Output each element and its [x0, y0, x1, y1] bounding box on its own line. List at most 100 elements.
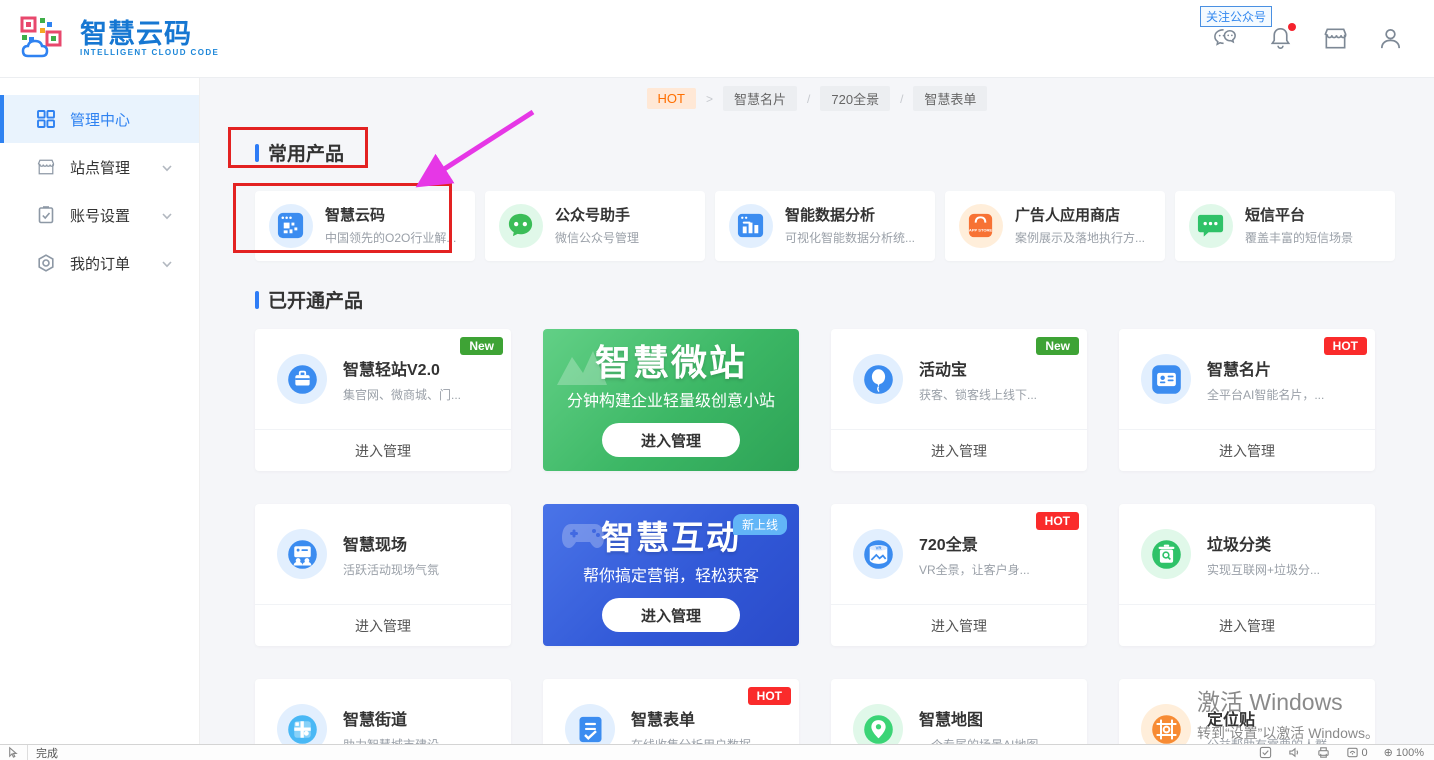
opened-products-grid: New 智慧轻站V2.0 集官网、微商城、门... 进入管理 智慧微站 分钟构建…	[255, 329, 1434, 745]
banner-smart-interaction[interactable]: 新上线 智慧互动 帮你搞定营销，轻松获客 进入管理	[543, 504, 799, 646]
sidebar-item-management-center[interactable]: 管理中心	[0, 95, 199, 143]
sidebar-item-my-orders[interactable]: 我的订单	[0, 239, 199, 287]
enter-manage-button[interactable]: 进入管理	[831, 604, 1087, 646]
divider	[27, 745, 28, 760]
wechat-icon[interactable]	[1212, 25, 1239, 52]
sidebar-item-label: 账号设置	[70, 205, 130, 226]
enter-manage-button[interactable]: 进入管理	[602, 598, 740, 632]
sms-bubble-icon	[1189, 204, 1233, 248]
bar-chart-icon	[729, 204, 773, 248]
product-desc: 案例展示及落地执行方...	[1015, 229, 1145, 246]
enter-manage-button[interactable]: 进入管理	[1119, 604, 1375, 646]
browser-status-bar: 完成 0 ⊕ 100%	[0, 744, 1434, 760]
printer-icon[interactable]	[1317, 746, 1330, 759]
product-title: 智能数据分析	[785, 206, 915, 226]
product-card-smart-scene[interactable]: 智慧现场 活跃活动现场气氛 进入管理	[255, 504, 511, 646]
enter-manage-button[interactable]: 进入管理	[255, 429, 511, 471]
qr-cloud-logo-icon	[20, 16, 72, 62]
product-card-ad-app-store[interactable]: APP STORE 广告人应用商店 案例展示及落地执行方...	[945, 191, 1165, 261]
hot-badge: HOT	[1036, 512, 1079, 530]
enter-manage-button[interactable]: 进入管理	[1119, 429, 1375, 471]
bell-icon[interactable]	[1267, 25, 1294, 52]
product-card-garbage-sorting[interactable]: 垃圾分类 实现互联网+垃圾分... 进入管理	[1119, 504, 1375, 646]
product-card-lite-site[interactable]: New 智慧轻站V2.0 集官网、微商城、门... 进入管理	[255, 329, 511, 471]
breadcrumb-item-720-panorama[interactable]: 720全景	[820, 86, 890, 111]
svg-text:VR: VR	[875, 545, 882, 550]
product-desc: 全平台AI智能名片，...	[1207, 386, 1324, 403]
cursor-icon	[6, 746, 19, 759]
product-card-activity-treasure[interactable]: New 活动宝 获客、锁客线上线下... 进入管理	[831, 329, 1087, 471]
balloon-icon	[853, 354, 903, 404]
product-desc: 活跃活动现场气氛	[343, 561, 439, 578]
position-target-icon	[1141, 704, 1191, 745]
product-title: 智慧街道	[343, 706, 439, 730]
product-card-sms-platform[interactable]: 短信平台 覆盖丰富的短信场景	[1175, 191, 1395, 261]
sidebar-item-account-settings[interactable]: 账号设置	[0, 191, 199, 239]
product-desc: 实现互联网+垃圾分...	[1207, 561, 1320, 578]
gamepad-deco-icon	[557, 514, 617, 560]
product-desc: 可视化智能数据分析统...	[785, 229, 915, 246]
frequent-products-row: 智慧云码 中国领先的O2O行业解... 公众号助手 微信公众号管理 智能数据分析	[255, 191, 1395, 261]
zoom-level: 100%	[1396, 747, 1424, 759]
app-store-bag-icon: APP STORE	[959, 204, 1003, 248]
id-card-icon	[1141, 354, 1191, 404]
speaker-icon[interactable]	[1288, 746, 1301, 759]
breadcrumb-item-smart-form[interactable]: 智慧表单	[913, 86, 987, 111]
street-map-icon	[277, 704, 327, 745]
briefcase-circle-icon	[277, 354, 327, 404]
product-card-smart-form[interactable]: HOT 智慧表单 在线收集分析用户数据 进入管理	[543, 679, 799, 745]
product-card-position-sticker[interactable]: 定位贴 公益帮助有需要的人群 进入管理	[1119, 679, 1375, 745]
sidebar-item-label: 我的订单	[70, 253, 130, 274]
site-icon	[36, 157, 56, 177]
product-title: 智慧表单	[631, 706, 751, 730]
enter-manage-button[interactable]: 进入管理	[255, 604, 511, 646]
zoom-control[interactable]: ⊕ 100%	[1384, 746, 1424, 759]
new-badge: New	[460, 337, 503, 355]
clipboard-icon	[36, 205, 56, 225]
product-card-smart-map[interactable]: 智慧地图 一个专属的场景AI地图 进入管理	[831, 679, 1087, 745]
checkbox-icon[interactable]	[1259, 746, 1272, 759]
banner-title: 智慧互动	[601, 518, 741, 558]
logo-title: 智慧云码	[80, 20, 219, 48]
banner-smart-microsite[interactable]: 智慧微站 分钟构建企业轻量级创意小站 进入管理	[543, 329, 799, 471]
breadcrumb-hot-tag[interactable]: HOT	[647, 88, 696, 109]
product-card-cloud-code[interactable]: 智慧云码 中国领先的O2O行业解...	[255, 191, 475, 261]
app-window: 智慧云码 INTELLIGENT CLOUD CODE 关注公众号 管理中心 站…	[0, 0, 1434, 760]
product-card-data-analysis[interactable]: 智能数据分析 可视化智能数据分析统...	[715, 191, 935, 261]
top-header: 智慧云码 INTELLIGENT CLOUD CODE 关注公众号	[0, 0, 1434, 78]
product-desc: 集官网、微商城、门...	[343, 386, 461, 403]
user-icon[interactable]	[1377, 25, 1404, 52]
hot-badge: HOT	[1324, 337, 1367, 355]
sidebar-item-site-management[interactable]: 站点管理	[0, 143, 199, 191]
product-desc: 微信公众号管理	[555, 229, 639, 246]
wechat-bubble-icon	[499, 204, 543, 248]
product-card-smart-business-card[interactable]: HOT 智慧名片 全平台AI智能名片，... 进入管理	[1119, 329, 1375, 471]
product-card-720-panorama[interactable]: HOT VR 720全景 VR全景，让客户身... 进入管理	[831, 504, 1087, 646]
sidebar-item-label: 管理中心	[70, 109, 130, 130]
svg-text:APP STORE: APP STORE	[969, 228, 993, 233]
sidebar-item-label: 站点管理	[70, 157, 130, 178]
product-title: 定位贴	[1207, 706, 1327, 730]
product-card-smart-street[interactable]: 智慧街道 助力智慧城市建设 进入管理	[255, 679, 511, 745]
product-desc: 获客、锁客线上线下...	[919, 386, 1037, 403]
follow-official-tooltip: 关注公众号	[1200, 6, 1272, 27]
breadcrumb-item-smart-card[interactable]: 智慧名片	[723, 86, 797, 111]
enter-manage-button[interactable]: 进入管理	[602, 423, 740, 457]
product-title: 智慧地图	[919, 706, 1038, 730]
breadcrumb-separator: /	[807, 92, 810, 106]
product-card-official-account[interactable]: 公众号助手 微信公众号管理	[485, 191, 705, 261]
hot-badge: HOT	[748, 687, 791, 705]
qr-browser-icon	[269, 204, 313, 248]
vr-panorama-icon: VR	[853, 529, 903, 579]
store-icon[interactable]	[1322, 25, 1349, 52]
shield-count: 0	[1362, 747, 1368, 759]
map-pin-icon	[853, 704, 903, 745]
enter-manage-button[interactable]: 进入管理	[831, 429, 1087, 471]
product-title: 720全景	[919, 531, 1030, 555]
chevron-down-icon	[161, 209, 173, 221]
section-title-frequent: 常用产品	[255, 139, 1434, 166]
logo[interactable]: 智慧云码 INTELLIGENT CLOUD CODE	[20, 16, 219, 62]
new-online-badge: 新上线	[733, 514, 787, 535]
product-title: 智慧现场	[343, 531, 439, 555]
product-desc: 覆盖丰富的短信场景	[1245, 229, 1353, 246]
